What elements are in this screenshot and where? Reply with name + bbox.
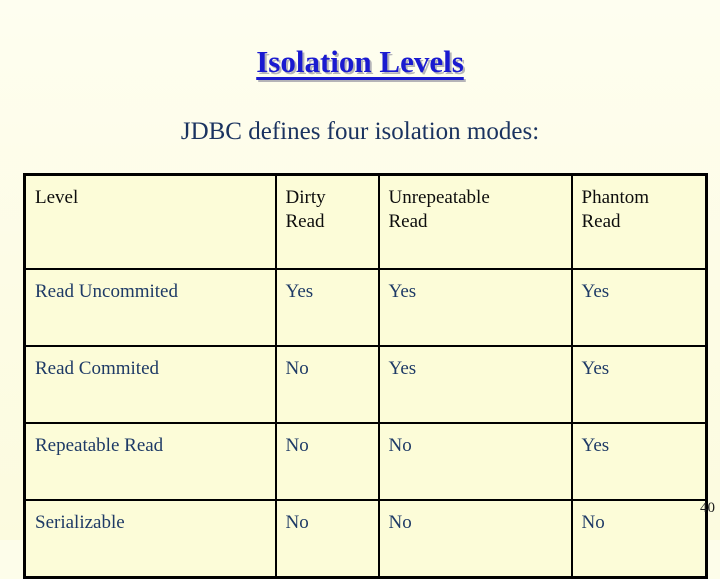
slide-subtitle: JDBC defines four isolation modes:: [180, 118, 540, 145]
cell-phantom-read: Yes: [570, 422, 708, 501]
cell-unrepeatable-read: Yes: [377, 268, 573, 347]
cell-level: Read Uncommited: [23, 268, 277, 347]
column-header-level-line1: Level: [35, 187, 79, 208]
column-header-unrepeatable-read: Unrepeatable Read: [377, 173, 573, 270]
table-row: Read Uncommited Yes Yes Yes: [23, 268, 708, 347]
column-header-dirty-read-line2: Read: [285, 211, 325, 233]
table-header-row: Level Dirty Read Unrepeatable Read Phant…: [23, 173, 708, 270]
isolation-levels-table-container: Level Dirty Read Unrepeatable Read Phant…: [23, 173, 708, 579]
column-header-level: Level: [23, 173, 277, 270]
cell-unrepeatable-read: Yes: [377, 345, 573, 424]
column-header-phantom-read: Phantom Read: [570, 173, 708, 270]
column-header-unrepeatable-read-line2: Read: [388, 211, 428, 233]
cell-dirty-read: No: [274, 499, 380, 579]
cell-dirty-read: No: [274, 345, 380, 424]
column-header-unrepeatable-read-line1: Unrepeatable: [388, 187, 490, 208]
cell-phantom-read: No: [570, 499, 708, 579]
table-row: Repeatable Read No No Yes: [23, 422, 708, 501]
page-title: Isolation Levels: [256, 44, 464, 79]
cell-unrepeatable-read: No: [377, 422, 573, 501]
subtitle-block: JDBC defines four isolation modes:: [0, 118, 720, 146]
table-row: Serializable No No No: [23, 499, 708, 579]
column-header-dirty-read: Dirty Read: [274, 173, 380, 270]
cell-dirty-read: Yes: [274, 268, 380, 347]
cell-dirty-read: No: [274, 422, 380, 501]
isolation-levels-table: Level Dirty Read Unrepeatable Read Phant…: [23, 173, 708, 579]
cell-level: Serializable: [23, 499, 277, 579]
cell-level: Repeatable Read: [23, 422, 277, 501]
table-row: Read Commited No Yes Yes: [23, 345, 708, 424]
cell-phantom-read: Yes: [570, 268, 708, 347]
cell-unrepeatable-read: No: [377, 499, 573, 579]
column-header-dirty-read-line1: Dirty: [285, 187, 326, 208]
title-block: Isolation Levels: [0, 44, 720, 80]
slide-canvas: Isolation Levels JDBC defines four isola…: [0, 0, 720, 579]
column-header-phantom-read-line2: Read: [581, 211, 621, 233]
column-header-phantom-read-line1: Phantom: [581, 187, 650, 208]
page-number: 40: [700, 500, 715, 516]
cell-phantom-read: Yes: [570, 345, 708, 424]
cell-level: Read Commited: [23, 345, 277, 424]
